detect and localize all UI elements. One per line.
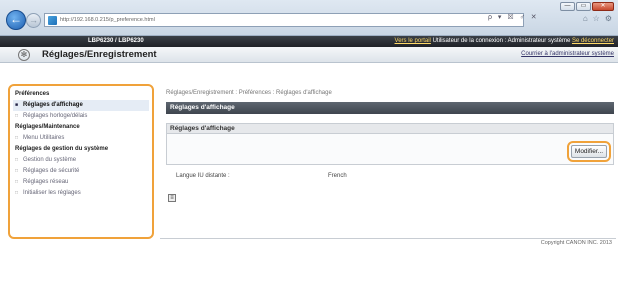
sidebar-item-network-settings[interactable]: Réglages réseau <box>13 177 149 188</box>
address-url: http://192.168.0.215/p_preference.html <box>60 17 155 23</box>
sidebar: Préférences Réglages d'affichage Réglage… <box>8 84 154 239</box>
modify-highlight: Modifier... <box>567 141 611 162</box>
sidebar-item-utilities-menu[interactable]: Menu Utilitaires <box>13 133 149 144</box>
mail-admin-link[interactable]: Courrier à l'administrateur système <box>521 51 614 57</box>
sidebar-item-system-management[interactable]: Gestion du système <box>13 155 149 166</box>
sidebar-item-display-settings[interactable]: Réglages d'affichage <box>13 100 149 111</box>
language-row: Langue IU distante : French <box>176 173 347 179</box>
footer-divider <box>160 238 616 239</box>
gear-icon[interactable]: ⚙ <box>605 14 612 23</box>
printer-model: LBP6230 / LBP6230 <box>88 38 144 44</box>
back-arrow-icon[interactable]: ← <box>6 10 26 30</box>
section-body: Modifier... <box>166 134 614 165</box>
copyright: Copyright CANON INC. 2013 <box>540 240 612 246</box>
address-bar[interactable]: http://192.168.0.215/p_preference.html <box>44 13 524 27</box>
sidebar-item-reset-settings[interactable]: Initialiser les réglages <box>13 188 149 199</box>
address-tools[interactable]: ρ ▾ ☒ ♂ ✕ <box>488 13 539 21</box>
scroll-top-icon[interactable]: ≡ <box>168 194 176 202</box>
window-controls: — ▭ ✕ <box>560 2 614 11</box>
star-icon[interactable]: ☆ <box>593 14 600 23</box>
modify-button[interactable]: Modifier... <box>571 145 607 158</box>
maximize-button[interactable]: ▭ <box>576 2 591 11</box>
section-header: Réglages d'affichage <box>166 123 614 134</box>
sidebar-heading-preferences[interactable]: Préférences <box>13 89 149 100</box>
logout-link[interactable]: Se déconnecter <box>572 38 614 44</box>
title-bar: ✻ Réglages/Enregistrement Courrier à l'a… <box>0 47 618 63</box>
page-header: Réglages d'affichage <box>166 102 614 114</box>
settings-gear-icon: ✻ <box>18 49 30 61</box>
favicon-icon <box>48 15 57 25</box>
toolbar-icons: ⌂ ☆ ⚙ <box>583 14 612 23</box>
field-value: French <box>328 173 347 179</box>
home-icon[interactable]: ⌂ <box>583 14 588 23</box>
login-user-text: Utilisateur de la connexion : Administra… <box>432 38 571 44</box>
page-title: Réglages/Enregistrement <box>42 49 157 60</box>
portal-link[interactable]: Vers le portail <box>395 38 431 44</box>
top-bar: LBP6230 / LBP6230 Vers le portail Utilis… <box>0 36 618 47</box>
close-window-button[interactable]: ✕ <box>592 2 614 11</box>
topbar-right: Vers le portail Utilisateur de la connex… <box>395 36 614 47</box>
sidebar-heading-maintenance[interactable]: Réglages/Maintenance <box>13 122 149 133</box>
sidebar-item-security-settings[interactable]: Réglages de sécurité <box>13 166 149 177</box>
forward-arrow-icon[interactable]: → <box>26 13 41 28</box>
minimize-button[interactable]: — <box>560 2 575 11</box>
breadcrumb: Réglages/Enregistrement : Préférences : … <box>166 90 332 96</box>
field-label: Langue IU distante : <box>176 173 230 179</box>
sidebar-item-clock-settings[interactable]: Réglages horloge/délais <box>13 111 149 122</box>
browser-chrome: — ▭ ✕ ← → http://192.168.0.215/p_prefere… <box>0 0 618 36</box>
sidebar-heading-system-management[interactable]: Réglages de gestion du système <box>13 144 149 155</box>
